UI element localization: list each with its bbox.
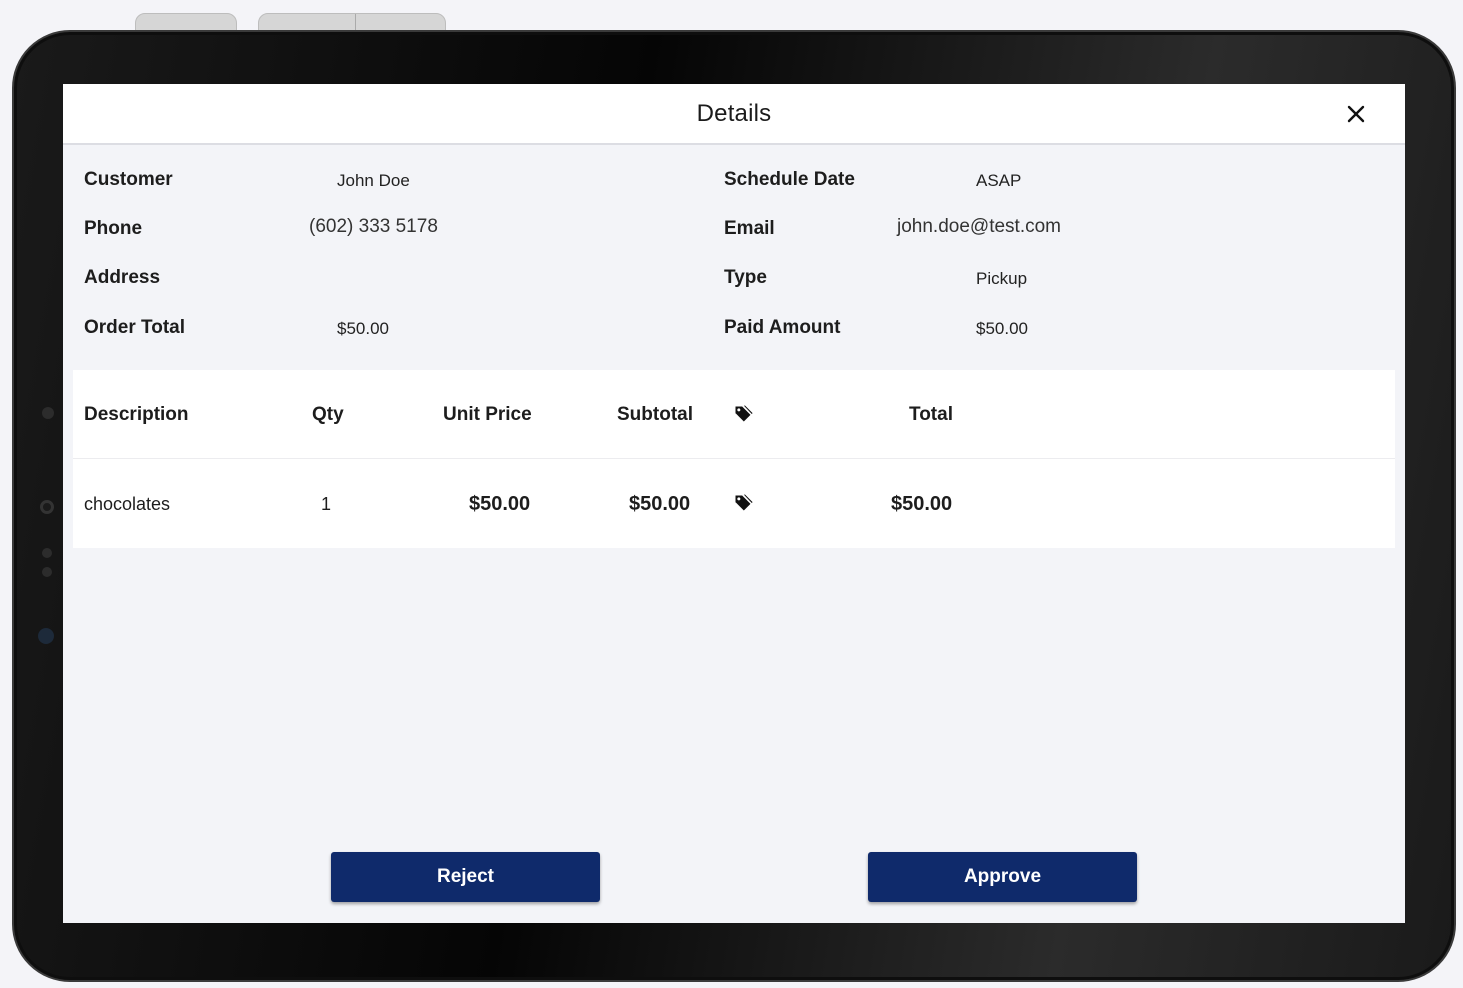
type-label: Type: [724, 267, 767, 288]
tag-icon[interactable]: [733, 493, 753, 513]
row-description: chocolates: [84, 494, 171, 514]
approve-button[interactable]: Approve: [868, 852, 1137, 902]
table-row[interactable]: chocolates 1 $50.00 $50.00 $50.00: [73, 459, 1395, 548]
phone-value: (602) 333 5178: [309, 216, 438, 237]
type-value: Pickup: [976, 269, 1028, 288]
row-subtotal: $50.00: [629, 493, 691, 515]
address-label: Address: [84, 267, 161, 288]
email-value: john.doe@test.com: [897, 216, 1061, 237]
header-unit-price: Unit Price: [443, 404, 532, 425]
header-total: Total: [909, 404, 953, 425]
header-qty: Qty: [312, 404, 344, 425]
tag-icon: [735, 405, 753, 422]
header-description: Description: [84, 404, 189, 425]
schedule-date-value: ASAP: [976, 171, 1022, 190]
header-subtotal: Subtotal: [617, 404, 693, 425]
schedule-date-label: Schedule Date: [724, 169, 855, 190]
order-total-value: $50.00: [337, 319, 389, 338]
email-label: Email: [724, 218, 775, 239]
dialog-title: Details: [696, 99, 772, 127]
row-total: $50.00: [891, 493, 953, 515]
dialog-header: Details: [63, 84, 1405, 145]
row-qty: 1: [321, 494, 332, 514]
sensor-dot: [40, 500, 54, 514]
customer-label: Customer: [84, 169, 173, 190]
close-icon[interactable]: [1345, 103, 1367, 125]
order-items-table: Description Qty Unit Price Subtotal Tota…: [73, 370, 1395, 548]
camera-dot: [42, 407, 54, 419]
details-dialog: Details Customer John Doe Phone (602) 33…: [63, 84, 1405, 923]
customer-value: John Doe: [337, 171, 410, 190]
reject-button[interactable]: Reject: [331, 852, 600, 902]
phone-label: Phone: [84, 218, 143, 239]
row-unit-price: $50.00: [469, 493, 531, 515]
order-total-label: Order Total: [84, 317, 185, 338]
paid-amount-label: Paid Amount: [724, 317, 841, 338]
sensor-dot-small: [42, 548, 52, 558]
sensor-dot-small-2: [42, 567, 52, 577]
order-info-section: Customer John Doe Phone (602) 333 5178 A…: [63, 145, 1405, 370]
table-header-row: Description Qty Unit Price Subtotal Tota…: [73, 370, 1395, 459]
front-camera-lens: [38, 628, 54, 644]
paid-amount-value: $50.00: [976, 319, 1028, 338]
